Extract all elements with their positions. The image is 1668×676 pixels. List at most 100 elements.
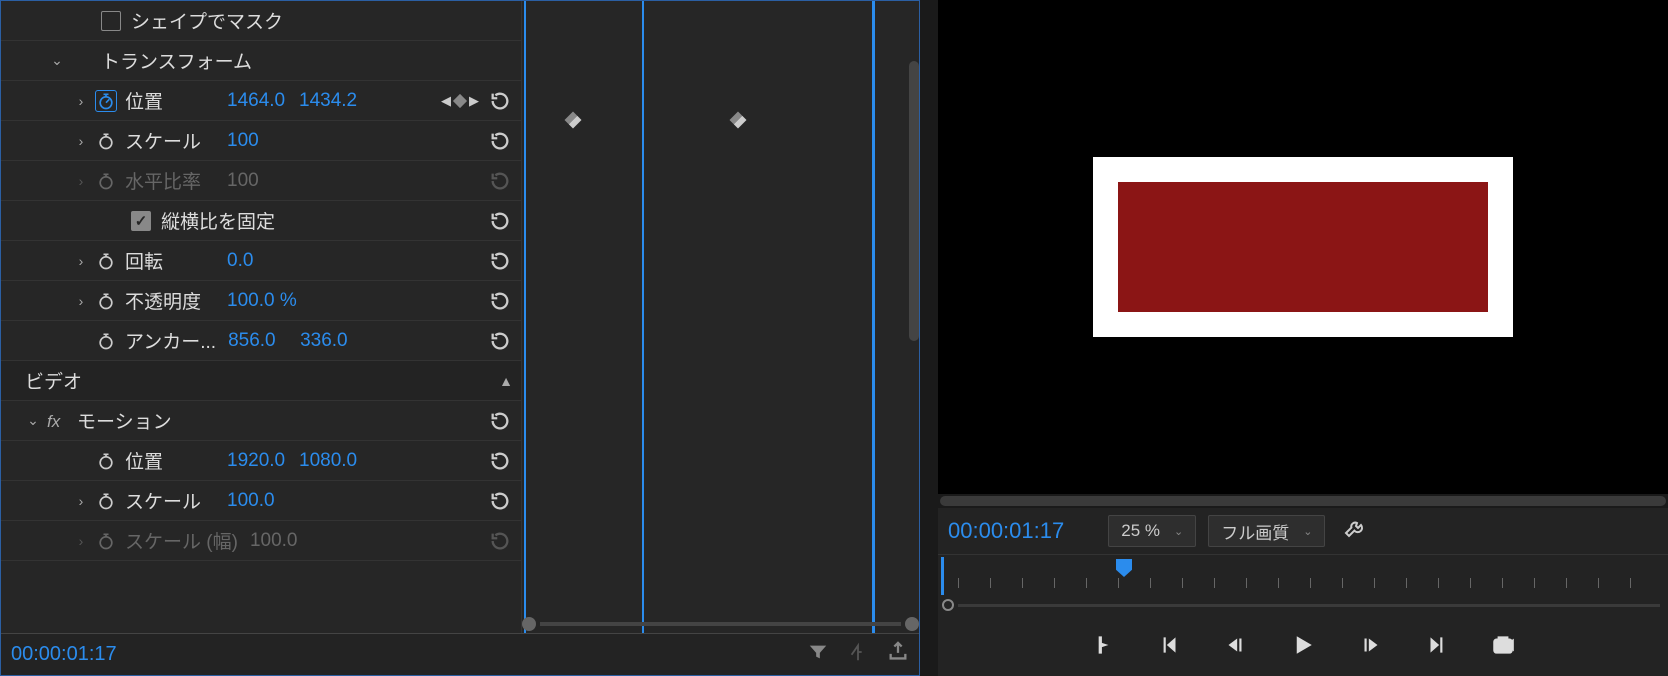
zoom-in-handle[interactable] (905, 617, 919, 631)
keyframe-icon[interactable] (565, 112, 582, 129)
stopwatch-icon[interactable] (95, 490, 117, 512)
work-area-start[interactable] (941, 557, 944, 595)
lock-aspect-checkbox[interactable] (131, 211, 151, 231)
chevron-right-icon[interactable]: › (73, 133, 89, 149)
chevron-down-icon: ⌄ (1174, 525, 1183, 538)
motion-header[interactable]: ⌄ fx モーション (1, 401, 521, 441)
go-to-out-icon[interactable] (1424, 632, 1450, 658)
monitor-controls: 00:00:01:17 25 % ⌄ フル画質 ⌄ (938, 508, 1668, 554)
transform-header[interactable]: ⌄ トランスフォーム (1, 41, 521, 81)
stopwatch-icon[interactable] (95, 250, 117, 272)
rotation-row: › 回転 0.0 (1, 241, 521, 281)
reset-icon[interactable] (487, 248, 513, 274)
chevron-right-icon[interactable]: › (73, 493, 89, 509)
horizontal-scrollbar[interactable] (522, 615, 919, 633)
stopwatch-icon[interactable] (95, 330, 117, 352)
export-icon[interactable] (887, 641, 909, 668)
reset-icon[interactable] (487, 288, 513, 314)
filter-icon[interactable] (807, 641, 829, 668)
playhead-line[interactable] (524, 1, 526, 633)
position-label: 位置 (125, 87, 215, 114)
rotation-label: 回転 (125, 247, 215, 274)
position-y-value[interactable]: 1434.2 (299, 90, 359, 112)
stopwatch-icon[interactable] (95, 90, 117, 112)
program-monitor-preview[interactable] (938, 0, 1668, 494)
rotation-value[interactable]: 0.0 (227, 250, 287, 272)
motion-scalew-value: 100.0 (250, 530, 310, 552)
reset-icon[interactable] (487, 208, 513, 234)
chevron-right-icon[interactable]: › (73, 173, 89, 189)
wrench-icon[interactable] (1343, 517, 1367, 546)
reset-icon (487, 168, 513, 194)
keyframe-timeline[interactable] (521, 1, 919, 633)
monitor-timecode[interactable]: 00:00:01:17 (948, 518, 1064, 544)
reset-icon[interactable] (487, 88, 513, 114)
go-to-in-icon[interactable] (1156, 632, 1182, 658)
add-keyframe-icon[interactable] (453, 93, 467, 107)
chevron-right-icon[interactable]: › (73, 293, 89, 309)
zoom-out-handle[interactable] (522, 617, 536, 631)
hratio-label: 水平比率 (125, 167, 215, 194)
opacity-label: 不透明度 (125, 287, 215, 314)
mask-shape-checkbox[interactable] (101, 11, 121, 31)
mark-in-icon[interactable] (1090, 632, 1116, 658)
timecode-display[interactable]: 00:00:01:17 (11, 643, 117, 666)
transform-label: トランスフォーム (101, 47, 252, 74)
stopwatch-icon[interactable] (95, 130, 117, 152)
play-icon[interactable] (1288, 630, 1318, 660)
chevron-right-icon[interactable]: › (73, 93, 89, 109)
prev-keyframe-icon[interactable]: ◀ (441, 93, 451, 109)
motion-position-y[interactable]: 1080.0 (299, 450, 359, 472)
stopwatch-icon (95, 530, 117, 552)
motion-scalew-label: スケール (幅) (125, 527, 238, 554)
anchor-row: › アンカー... 856.0 336.0 (1, 321, 521, 361)
quality-dropdown[interactable]: フル画質 ⌄ (1208, 515, 1325, 547)
chevron-right-icon[interactable]: › (73, 253, 89, 269)
step-back-icon[interactable] (1222, 632, 1248, 658)
reset-icon[interactable] (487, 408, 513, 434)
quality-value: フル画質 (1221, 519, 1289, 544)
scale-value[interactable]: 100 (227, 130, 287, 152)
collapse-up-icon[interactable]: ▲ (499, 373, 513, 389)
opacity-value[interactable]: 100.0 % (227, 290, 297, 312)
preview-scrollbar[interactable] (938, 494, 1668, 508)
reset-icon[interactable] (487, 448, 513, 474)
stopwatch-icon[interactable] (95, 290, 117, 312)
video-section-header[interactable]: ビデオ ▲ (1, 361, 521, 401)
reset-icon[interactable] (487, 328, 513, 354)
zoom-value: 25 % (1121, 521, 1160, 541)
motion-position-x[interactable]: 1920.0 (227, 450, 287, 472)
zoom-handle[interactable] (942, 599, 954, 611)
stopwatch-icon (95, 170, 117, 192)
reset-icon[interactable] (487, 128, 513, 154)
audio-icon[interactable] (847, 641, 869, 668)
fx-icon[interactable]: fx (47, 412, 69, 430)
hratio-value: 100 (227, 170, 287, 192)
keyframe-icon[interactable] (730, 112, 747, 129)
chevron-down-icon[interactable]: ⌄ (49, 52, 65, 69)
anchor-x-value[interactable]: 856.0 (228, 330, 288, 352)
scale-row: › スケール 100 (1, 121, 521, 161)
chevron-down-icon[interactable]: ⌄ (25, 412, 41, 429)
chevron-right-icon[interactable]: › (73, 533, 89, 549)
opacity-row: › 不透明度 100.0 % (1, 281, 521, 321)
video-section-label: ビデオ (25, 367, 115, 394)
reset-icon (487, 528, 513, 554)
export-frame-icon[interactable] (1490, 632, 1516, 658)
property-list: シェイプでマスク ⌄ トランスフォーム › 位置 1464.0 1434.2 ◀… (1, 1, 521, 633)
step-forward-icon[interactable] (1358, 632, 1384, 658)
zoom-dropdown[interactable]: 25 % ⌄ (1108, 515, 1196, 547)
motion-scale-row: › スケール 100.0 (1, 481, 521, 521)
motion-scale-value[interactable]: 100.0 (227, 490, 287, 512)
next-keyframe-icon[interactable]: ▶ (469, 93, 479, 109)
vertical-scrollbar[interactable] (909, 61, 919, 341)
playhead-handle[interactable] (1116, 559, 1132, 577)
anchor-y-value[interactable]: 336.0 (300, 330, 360, 352)
reset-icon[interactable] (487, 488, 513, 514)
position-x-value[interactable]: 1464.0 (227, 90, 287, 112)
ruler-zoom-bar[interactable] (938, 596, 1668, 614)
stopwatch-icon[interactable] (95, 450, 117, 472)
mask-shape-label: シェイプでマスク (131, 7, 283, 34)
anchor-label: アンカー... (125, 327, 216, 354)
time-ruler[interactable]: document.write(Array.from({length:22},(_… (938, 554, 1668, 596)
